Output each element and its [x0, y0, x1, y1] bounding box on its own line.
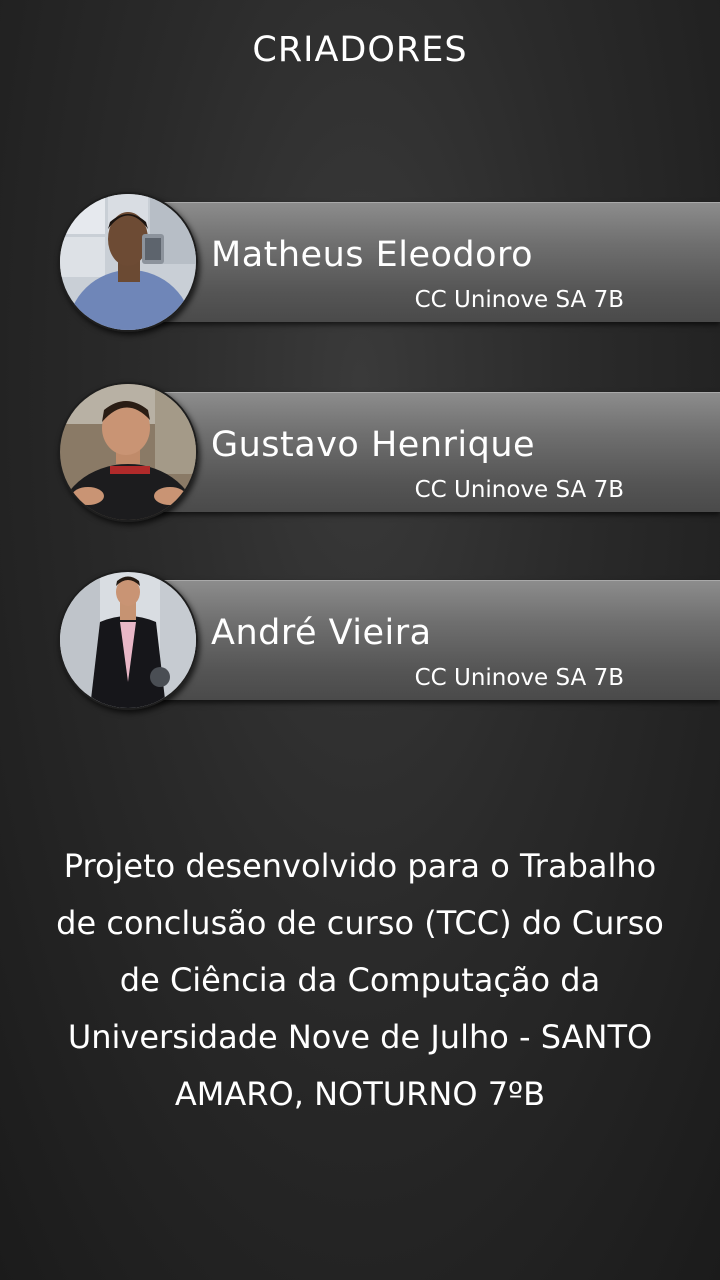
creator-name: André Vieira — [211, 613, 432, 653]
creator-card-andre[interactable]: André Vieira CC Uninove SA 7B — [58, 570, 720, 710]
creator-card-gustavo[interactable]: Gustavo Henrique CC Uninove SA 7B — [58, 382, 720, 522]
avatar-photo — [58, 570, 198, 710]
avatar-photo — [58, 382, 198, 522]
project-description: Projeto desenvolvido para o Trabalho de … — [56, 847, 664, 1113]
creator-subtitle: CC Uninove SA 7B — [414, 477, 624, 503]
creator-name: Matheus Eleodoro — [211, 235, 534, 275]
creator-subtitle: CC Uninove SA 7B — [414, 287, 624, 313]
page-title: CRIADORES — [252, 30, 468, 70]
creator-card-matheus[interactable]: Matheus Eleodoro CC Uninove SA 7B — [58, 192, 720, 332]
avatar-photo — [58, 192, 198, 332]
creator-subtitle: CC Uninove SA 7B — [414, 665, 624, 691]
creator-name: Gustavo Henrique — [211, 425, 536, 465]
